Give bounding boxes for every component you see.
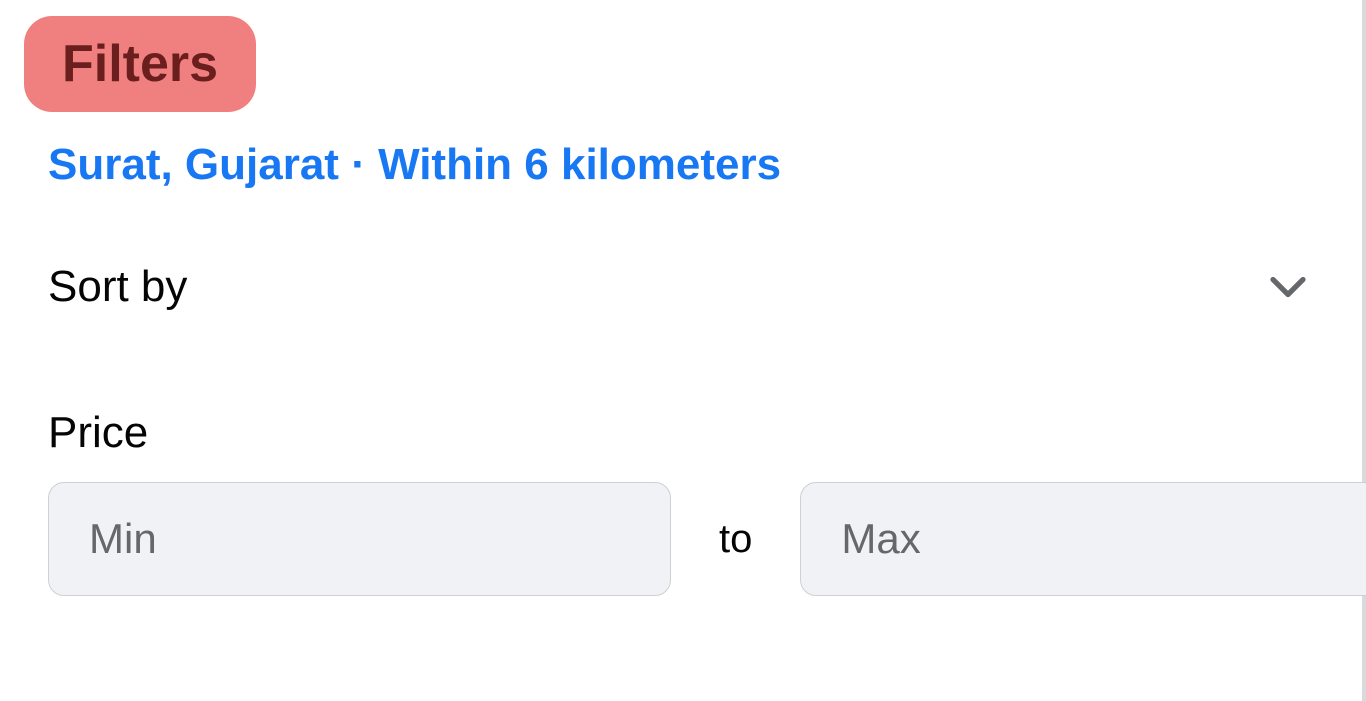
price-min-input[interactable]	[48, 482, 671, 596]
chevron-down-icon	[1270, 269, 1306, 305]
sort-by-dropdown[interactable]: Sort by	[48, 262, 1314, 312]
location-filter-link[interactable]: Surat, Gujarat · Within 6 kilometers	[48, 140, 1314, 190]
filters-heading: Filters	[24, 16, 256, 112]
filters-panel: Filters Surat, Gujarat · Within 6 kilome…	[0, 0, 1366, 701]
price-label: Price	[48, 408, 1314, 458]
price-range-row: to	[48, 482, 1314, 596]
price-separator: to	[719, 517, 752, 562]
price-max-input[interactable]	[800, 482, 1366, 596]
sort-by-label: Sort by	[48, 262, 187, 312]
